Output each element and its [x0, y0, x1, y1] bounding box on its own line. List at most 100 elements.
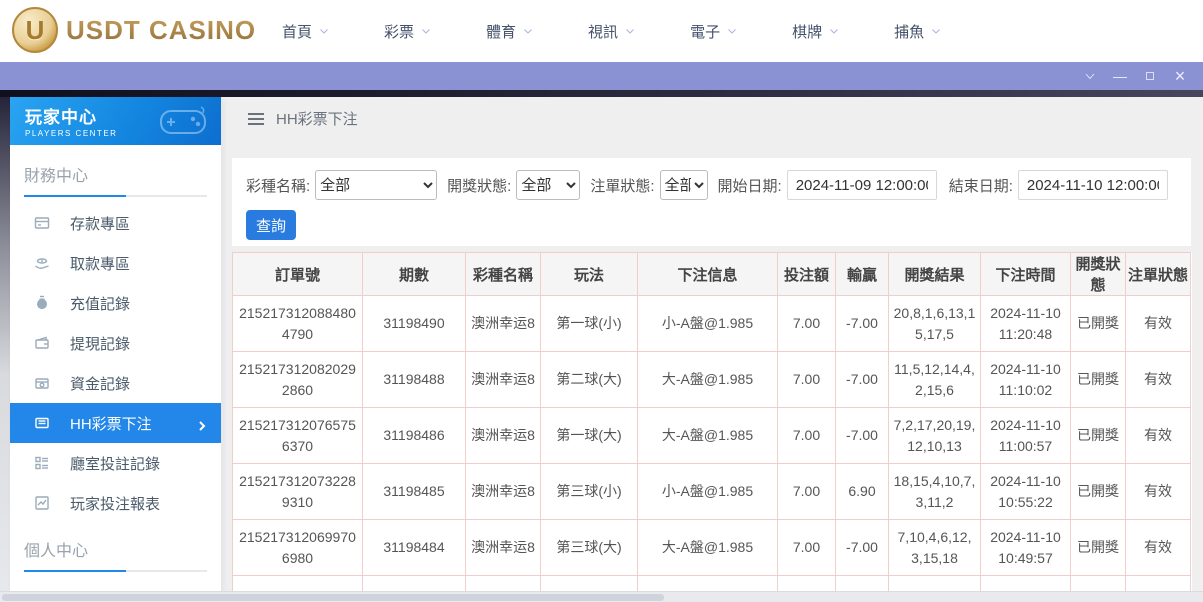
- close-button[interactable]: ×: [1165, 62, 1195, 90]
- table-cell: -7.00: [835, 351, 889, 408]
- lottery-type-select[interactable]: 全部: [315, 170, 438, 200]
- table-cell: 已開獎: [1070, 351, 1126, 408]
- table-cell: 2024-11-10 11:20:48: [980, 295, 1071, 352]
- table-cell: [777, 575, 836, 591]
- table-cell: 大-A盤@1.985: [637, 519, 778, 576]
- brand-logo: U USDT CASINO: [12, 7, 256, 53]
- table-cell: 第二球(大): [540, 351, 638, 408]
- start-date-input[interactable]: [786, 170, 937, 200]
- col-bet-info: 下注信息: [637, 252, 778, 296]
- window-dropdown-button[interactable]: [1075, 62, 1105, 90]
- table-cell: 小-A盤@1.985: [637, 295, 778, 352]
- start-date-label: 開始日期:: [717, 177, 782, 195]
- logo-coin-icon: U: [12, 7, 58, 53]
- chevron-down-icon: [830, 29, 838, 34]
- sidebar-item-label: 資金記錄: [70, 375, 131, 393]
- table-cell: 有效: [1125, 519, 1191, 576]
- table-cell: [232, 575, 363, 591]
- col-win-loss: 輸贏: [835, 252, 889, 296]
- nav-item-sports[interactable]: 體育: [486, 21, 534, 42]
- logo-letter: U: [25, 14, 45, 45]
- table-cell: [540, 575, 638, 591]
- list-record-icon: [34, 455, 50, 471]
- table-body: 2152173120884804790 31198490 澳洲幸运8 第一球(小) 小-…: [232, 295, 1191, 591]
- bet-status-select[interactable]: 全部: [659, 170, 708, 200]
- table-cell: 澳洲幸运8: [465, 295, 541, 352]
- nav-item-chess[interactable]: 棋牌: [792, 21, 840, 42]
- table-cell: 31198486: [362, 407, 466, 464]
- sidebar-item-hh-lottery[interactable]: HH彩票下注: [10, 403, 221, 443]
- table-row-partial: [232, 575, 1191, 591]
- chevron-down-icon: [728, 29, 736, 34]
- nav-item-label: 電子: [690, 23, 721, 41]
- table-cell: 2024-11-10 11:00:57: [980, 407, 1071, 464]
- table-cell: [1070, 575, 1126, 591]
- table-header-row: 訂單號 期數 彩種名稱 玩法 下注信息 投注額 輸贏 開獎結果 下注時間 開獎狀…: [232, 252, 1191, 296]
- deposit-card-icon: [34, 215, 50, 231]
- table-cell: 已開獎: [1070, 407, 1126, 464]
- sidebar-item-player-report[interactable]: 玩家投注報表: [10, 483, 221, 523]
- sidebar-item-deposit[interactable]: 存款專區: [10, 203, 221, 243]
- table-cell: 有效: [1125, 295, 1191, 352]
- col-period: 期數: [362, 252, 466, 296]
- decorative-dark-strip: [0, 90, 1203, 97]
- table-cell: 2152173120884804790: [232, 295, 363, 352]
- table-cell: [980, 575, 1071, 591]
- col-bet-amount: 投注額: [777, 252, 836, 296]
- table-cell: 有效: [1125, 463, 1191, 520]
- sidebar-item-fund-record[interactable]: 資金記錄: [10, 363, 221, 403]
- money-bag-icon: [34, 295, 50, 311]
- chevron-right-icon: [197, 418, 207, 431]
- query-button[interactable]: 查詢: [246, 210, 296, 240]
- sidebar-item-withdraw[interactable]: 取款專區: [10, 243, 221, 283]
- table-cell: 第三球(大): [540, 519, 638, 576]
- sidebar-item-withdraw-record[interactable]: 提現記錄: [10, 323, 221, 363]
- table-cell: 7.00: [777, 295, 836, 352]
- table-cell: 2152173120699706980: [232, 519, 363, 576]
- table-cell: 7.00: [777, 407, 836, 464]
- table-cell: 澳洲幸运8: [465, 351, 541, 408]
- table-cell: [888, 575, 981, 591]
- horizontal-scrollbar-thumb[interactable]: [2, 594, 664, 601]
- filter-row: 彩種名稱: 全部 開獎狀態: 全部 注單狀態: 全部 開始日期: 結束日期:: [246, 170, 1191, 200]
- draw-status-select[interactable]: 全部: [516, 170, 581, 200]
- sidebar-item-label: 玩家投注報表: [70, 495, 161, 513]
- table-cell: 31198484: [362, 519, 466, 576]
- table-cell: 2152173120820292860: [232, 351, 363, 408]
- wallet-coin-icon: [34, 375, 50, 391]
- table-cell: 7,2,17,20,19,12,10,13: [888, 407, 981, 464]
- nav-item-electronic[interactable]: 電子: [690, 21, 738, 42]
- report-chart-icon: [34, 495, 50, 511]
- sidebar: 玩家中心 PLAYERS CENTER 財務中心 存款專區 取款專區 充值記錄 …: [10, 97, 221, 602]
- table-cell: -7.00: [835, 295, 889, 352]
- nav-item-home[interactable]: 首頁: [282, 21, 330, 42]
- end-date-input[interactable]: [1017, 170, 1168, 200]
- table-cell: [362, 575, 466, 591]
- nav-item-fishing[interactable]: 捕魚: [894, 21, 942, 42]
- minimize-button[interactable]: —: [1105, 62, 1135, 90]
- horizontal-scrollbar[interactable]: [0, 591, 1203, 602]
- decorative-left-strip: [0, 97, 10, 602]
- table-cell: 2024-11-10 10:49:57: [980, 519, 1071, 576]
- sidebar-item-label: 廳室投註記錄: [70, 455, 161, 473]
- nav-item-label: 捕魚: [894, 23, 925, 41]
- chevron-down-icon: [422, 29, 430, 34]
- nav-item-video[interactable]: 視訊: [588, 21, 636, 42]
- section-divider: [24, 570, 207, 572]
- nav-item-lottery[interactable]: 彩票: [384, 21, 432, 42]
- menu-toggle-icon[interactable]: [248, 112, 264, 125]
- table-cell: 小-A盤@1.985: [637, 463, 778, 520]
- sidebar-item-recharge-record[interactable]: 充值記錄: [10, 283, 221, 323]
- withdraw-hand-icon: [34, 255, 50, 271]
- chevron-down-icon: [524, 29, 532, 34]
- sidebar-item-room-bet-record[interactable]: 廳室投註記錄: [10, 443, 221, 483]
- col-draw-status: 開獎狀態: [1070, 252, 1126, 296]
- table-cell: 31198488: [362, 351, 466, 408]
- table-cell: 大-A盤@1.985: [637, 407, 778, 464]
- table-cell: 已開獎: [1070, 295, 1126, 352]
- maximize-button[interactable]: [1135, 62, 1165, 90]
- sidebar-item-label: HH彩票下注: [70, 415, 152, 433]
- sidebar-header: 玩家中心 PLAYERS CENTER: [10, 97, 221, 145]
- nav-item-label: 彩票: [384, 23, 415, 41]
- table-cell: [1125, 575, 1191, 591]
